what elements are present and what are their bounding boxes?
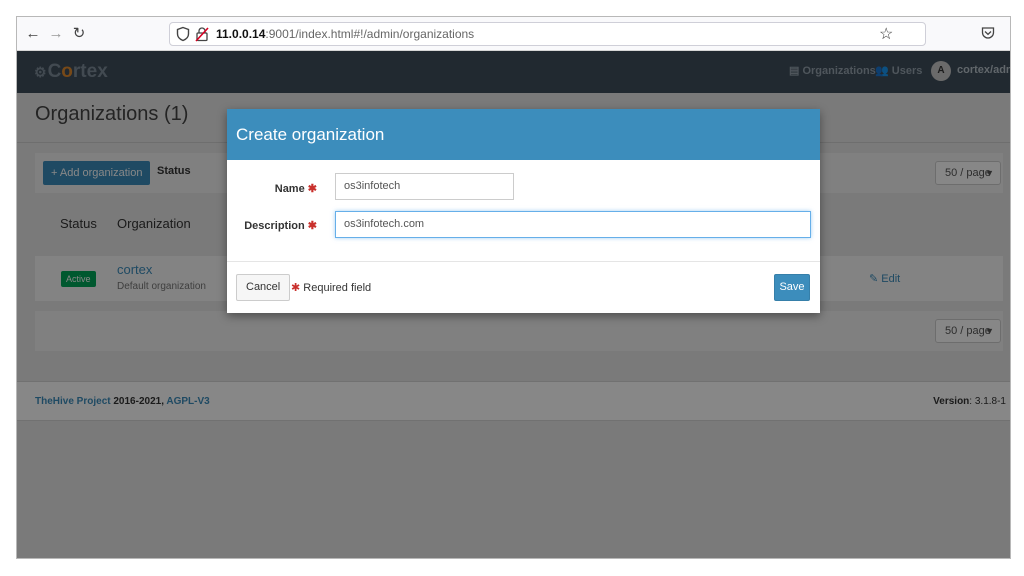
description-field[interactable]: os3infotech.com — [335, 211, 811, 238]
forward-arrow-icon[interactable]: → — [46, 24, 66, 44]
name-label-text: Name — [274, 183, 305, 195]
required-note-text: Required field — [303, 282, 372, 294]
modal-backdrop[interactable]: Create organization Name ✱ os3infotech D… — [17, 51, 1010, 558]
back-arrow-icon[interactable]: ← — [23, 24, 43, 44]
required-field-note: ✱ Required field — [291, 281, 371, 294]
dialog-header: Create organization — [227, 109, 820, 160]
save-button[interactable]: Save — [774, 274, 810, 301]
url-text[interactable]: 11.0.0.14:9001/index.html#!/admin/organi… — [216, 27, 474, 41]
required-marker: ✱ — [291, 282, 301, 294]
reload-icon[interactable]: ↻ — [69, 24, 89, 44]
name-label: Name ✱ — [237, 182, 317, 195]
create-organization-dialog: Create organization Name ✱ os3infotech D… — [227, 109, 820, 313]
address-bar[interactable]: 11.0.0.14:9001/index.html#!/admin/organi… — [169, 22, 926, 46]
name-field[interactable]: os3infotech — [335, 173, 514, 200]
description-label-text: Description — [244, 220, 305, 232]
cancel-button[interactable]: Cancel — [236, 274, 291, 301]
dialog-title: Create organization — [236, 125, 385, 144]
url-path: :9001/index.html#!/admin/organizations — [265, 27, 475, 41]
description-label: Description ✱ — [237, 219, 317, 232]
url-host: 11.0.0.14 — [216, 27, 266, 41]
browser-toolbar: ← → ↻ 11.0.0.14:9001/index.html#!/admin/… — [17, 17, 1010, 51]
insecure-lock-icon[interactable] — [194, 26, 210, 42]
pocket-icon[interactable] — [980, 25, 996, 41]
bookmark-star-icon[interactable]: ☆ — [879, 24, 893, 44]
required-marker: ✱ — [307, 220, 317, 232]
divider — [227, 261, 820, 262]
browser-window: ← → ↻ 11.0.0.14:9001/index.html#!/admin/… — [16, 16, 1011, 559]
shield-icon[interactable] — [175, 26, 191, 42]
required-marker: ✱ — [307, 183, 317, 195]
